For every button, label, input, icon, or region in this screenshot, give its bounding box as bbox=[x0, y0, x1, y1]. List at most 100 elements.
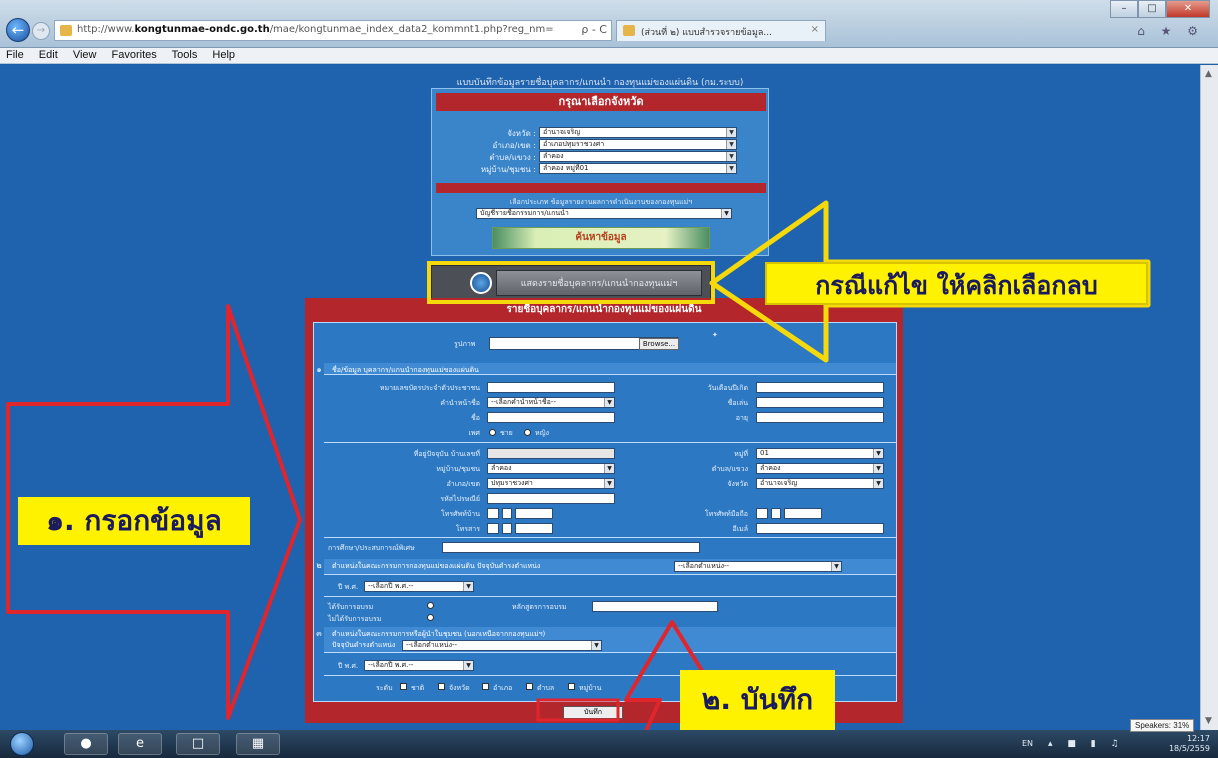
close-button[interactable]: ✕ bbox=[1166, 0, 1210, 18]
language-indicator[interactable]: EN bbox=[1022, 739, 1033, 748]
taskbar: ● e □ ▦ EN ▴ ■ ▮ ♫ 12:17 18/5/2559 bbox=[0, 730, 1218, 758]
id-label: หมายเลขบัตรประจำตัวประชาชน bbox=[379, 384, 480, 392]
address-tools[interactable]: ρ - C bbox=[581, 23, 607, 36]
scroll-up-icon[interactable]: ▲ bbox=[1205, 69, 1212, 79]
start-button-icon[interactable] bbox=[10, 732, 34, 756]
gender-female-radio[interactable] bbox=[524, 429, 531, 436]
village-field-label: หมู่บ้าน/ชุมชน bbox=[436, 465, 480, 473]
vertical-scrollbar[interactable]: ▲ ▼ bbox=[1200, 65, 1218, 730]
form-body: รูปภาพ Browse... ✦ ๑ ชื่อ/ข้อมูล บุคลากร… bbox=[313, 322, 897, 702]
menu-tools[interactable]: Tools bbox=[172, 49, 198, 61]
menu-bar: File Edit View Favorites Tools Help bbox=[0, 48, 1218, 64]
home-favorites-tools-icons[interactable]: ⌂ ★ ⚙ bbox=[1137, 24, 1204, 38]
phone-number-input[interactable] bbox=[515, 508, 553, 519]
file-explorer-icon[interactable]: □ bbox=[176, 733, 220, 755]
fax-number-input[interactable] bbox=[515, 523, 553, 534]
level-province-checkbox[interactable] bbox=[438, 683, 445, 690]
moo-select[interactable]: 01 ▼ bbox=[756, 448, 884, 459]
mobile-area-input[interactable] bbox=[756, 508, 768, 519]
trained-radio[interactable] bbox=[427, 602, 434, 609]
village-select[interactable]: ลำคอง หมู่ที่01 ▼ bbox=[539, 163, 737, 174]
age-input[interactable] bbox=[756, 412, 884, 423]
fill-instruction-label: ๑. กรอกข้อมูล bbox=[18, 497, 250, 545]
address-input[interactable] bbox=[487, 448, 615, 459]
postcode-input[interactable] bbox=[487, 493, 615, 504]
menu-view[interactable]: View bbox=[73, 49, 97, 61]
chrome-icon[interactable]: ● bbox=[64, 733, 108, 755]
level-village-checkbox[interactable] bbox=[568, 683, 575, 690]
edit-instruction-label: กรณีแก้ไข ให้คลิกเลือกลบ bbox=[765, 262, 1148, 305]
clock[interactable]: 12:17 18/5/2559 bbox=[1169, 734, 1210, 754]
phone-prefix-input[interactable] bbox=[502, 508, 512, 519]
tambon-field-select[interactable]: ลำคอง ▼ bbox=[756, 463, 884, 474]
tambon-select[interactable]: ลำคอง ▼ bbox=[539, 151, 737, 162]
province-select-value: อำนาจเจริญ bbox=[543, 128, 581, 136]
mobile-prefix-input[interactable] bbox=[771, 508, 781, 519]
village-field-select[interactable]: ลำคอง ▼ bbox=[487, 463, 615, 474]
menu-file[interactable]: File bbox=[6, 49, 24, 61]
address-bar[interactable]: http://www.kongtunmae-ondc.go.th/mae/kon… bbox=[54, 20, 612, 41]
year-select[interactable]: --เลือกปี พ.ศ.-- ▼ bbox=[364, 581, 474, 592]
amphoe-field-select[interactable]: ปทุมราชวงศา ▼ bbox=[487, 478, 615, 489]
course-input[interactable] bbox=[592, 601, 718, 612]
position-select[interactable]: --เลือกตำแหน่ง-- ▼ bbox=[674, 561, 842, 572]
category-select[interactable]: บัญชีรายชื่อกรรมการ/แกนนำ ▼ bbox=[476, 208, 732, 219]
not-trained-radio[interactable] bbox=[427, 614, 434, 621]
internet-explorer-icon[interactable]: e bbox=[118, 733, 162, 755]
nickname-input[interactable] bbox=[756, 397, 884, 408]
name-input[interactable] bbox=[487, 412, 615, 423]
province-panel-title: กรุณาเลือกจังหวัด bbox=[436, 93, 766, 111]
section-2-title: ตำแหน่งในคณะกรรมการกองทุนแม่ของแผ่นดิน ป… bbox=[332, 562, 541, 570]
user-group-icon bbox=[470, 272, 492, 294]
not-trained-label: ไม่ได้รับการอบรม bbox=[328, 615, 382, 623]
fax-area-input[interactable] bbox=[487, 523, 499, 534]
menu-help[interactable]: Help bbox=[212, 49, 235, 61]
province-select[interactable]: อำนาจเจริญ ▼ bbox=[539, 127, 737, 138]
community-position-select[interactable]: --เลือกตำแหน่ง-- ▼ bbox=[402, 640, 602, 651]
fax-prefix-input[interactable] bbox=[502, 523, 512, 534]
village-select-value: ลำคอง หมู่ที่01 bbox=[543, 164, 589, 172]
level-amphoe-checkbox[interactable] bbox=[482, 683, 489, 690]
search-button[interactable]: ค้นหาข้อมูล bbox=[492, 227, 710, 249]
section-3-subtitle: ปัจจุบันดำรงตำแหน่ง bbox=[332, 641, 396, 649]
course-label: หลักสูตรการอบรม bbox=[512, 603, 567, 611]
back-arrow-icon[interactable]: ← bbox=[6, 18, 30, 42]
menu-edit[interactable]: Edit bbox=[39, 49, 58, 61]
url-path: /mae/kongtunmae_index_data2_kommnt1.php?… bbox=[269, 24, 554, 35]
mobile-number-input[interactable] bbox=[784, 508, 822, 519]
minimize-button[interactable]: – bbox=[1110, 0, 1138, 18]
amphoe-row: อำเภอ/เขต : อำเภอปทุมราชวงศา ▼ bbox=[432, 139, 770, 151]
mouse-cursor-icon: ✦ bbox=[712, 331, 718, 339]
chevron-down-icon: ▼ bbox=[726, 152, 736, 161]
level-national-checkbox[interactable] bbox=[400, 683, 407, 690]
tambon-select-value: ลำคอง bbox=[543, 152, 564, 160]
maximize-button[interactable]: □ bbox=[1138, 0, 1166, 18]
app-window-icon[interactable]: ▦ bbox=[236, 733, 280, 755]
position-select-value: --เลือกตำแหน่ง-- bbox=[678, 562, 730, 570]
tray-icons[interactable]: ▴ ■ ▮ ♫ bbox=[1048, 739, 1125, 749]
browser-tab[interactable]: (ส่วนที่ ๒) แบบสำรวจรายข้อมูล... × bbox=[616, 20, 826, 41]
amphoe-select[interactable]: อำเภอปทุมราชวงศา ▼ bbox=[539, 139, 737, 150]
save-button[interactable]: บันทึก bbox=[563, 706, 623, 719]
level-tambon-checkbox[interactable] bbox=[526, 683, 533, 690]
province-field-select[interactable]: อำนาจเจริญ ▼ bbox=[756, 478, 884, 489]
menu-favorites[interactable]: Favorites bbox=[112, 49, 157, 61]
birth-input[interactable] bbox=[756, 382, 884, 393]
tambon-field-label: ตำบล/แขวง bbox=[711, 465, 748, 473]
prefix-select[interactable]: --เลือกคำนำหน้าชื่อ-- ▼ bbox=[487, 397, 615, 408]
id-input[interactable] bbox=[487, 382, 615, 393]
education-input[interactable] bbox=[442, 542, 700, 553]
tambon-field-value: ลำคอง bbox=[760, 464, 781, 472]
browse-button[interactable]: Browse... bbox=[639, 338, 679, 350]
tab-close-icon[interactable]: × bbox=[811, 24, 819, 35]
email-input[interactable] bbox=[756, 523, 884, 534]
forward-arrow-icon[interactable]: → bbox=[32, 22, 50, 40]
scroll-down-icon[interactable]: ▼ bbox=[1205, 716, 1212, 726]
year-select-value: --เลือกปี พ.ศ.-- bbox=[368, 582, 414, 590]
year2-select[interactable]: --เลือกปี พ.ศ.-- ▼ bbox=[364, 660, 474, 671]
gender-male-radio[interactable] bbox=[489, 429, 496, 436]
nickname-label: ชื่อเล่น bbox=[727, 399, 748, 407]
show-personnel-button[interactable]: แสดงรายชื่อบุคลากร/แกนนำกองทุนแม่ฯ bbox=[431, 265, 711, 300]
village-label: หมู่บ้าน/ชุมชน : bbox=[480, 165, 536, 174]
phone-area-input[interactable] bbox=[487, 508, 499, 519]
